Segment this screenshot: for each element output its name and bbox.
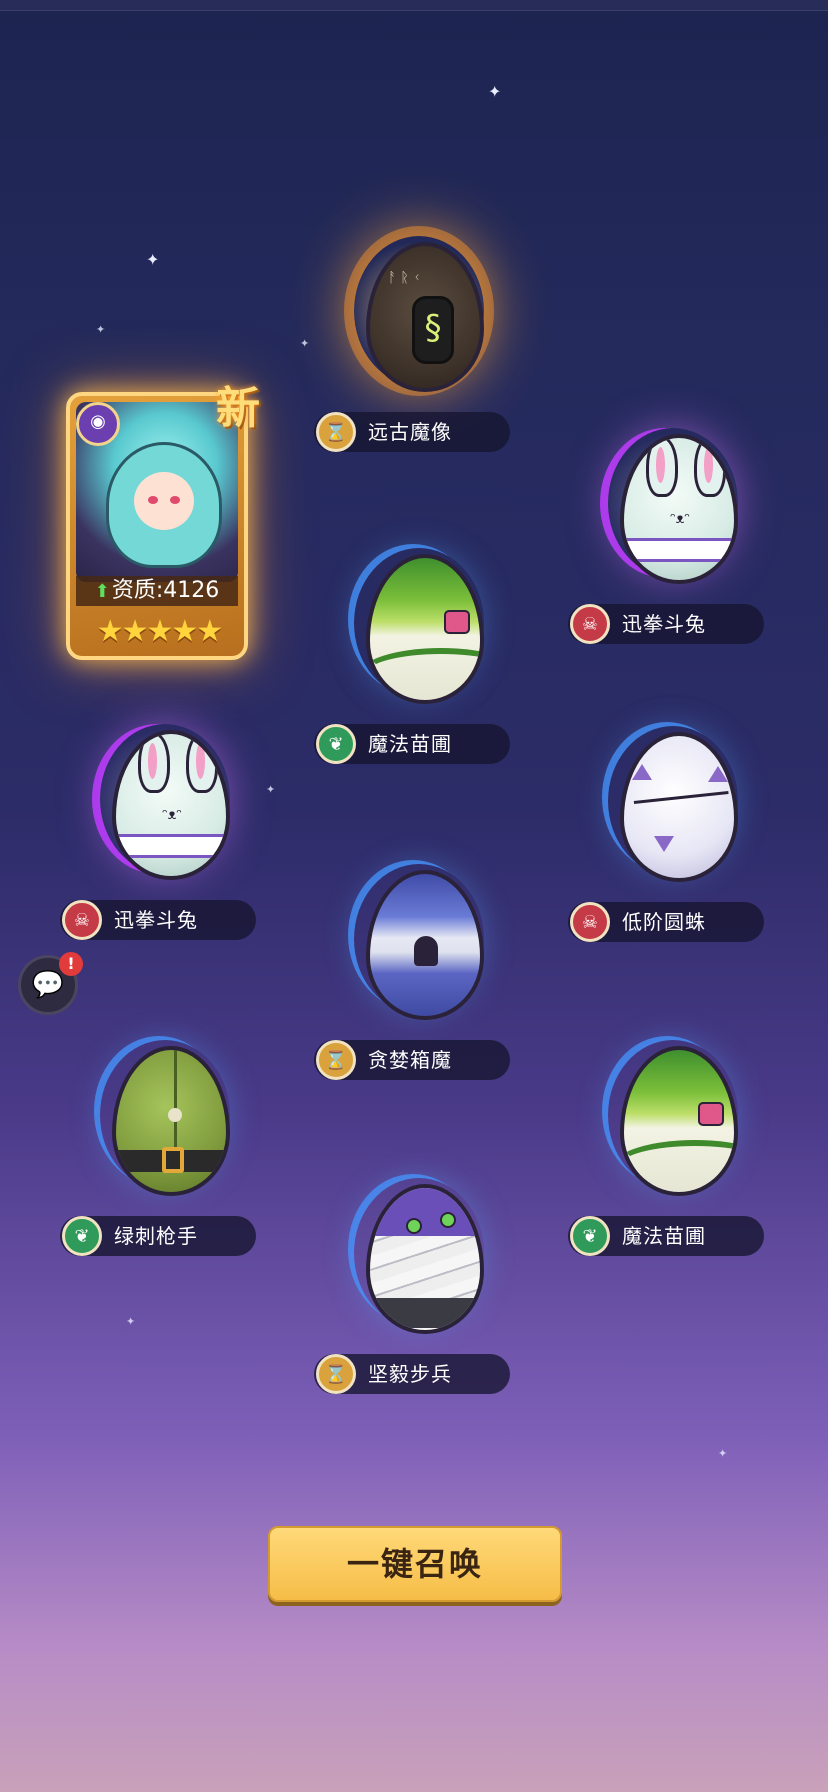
demon-mask-icon: ☠ [570, 604, 610, 644]
aptitude-label: 资质:4126 [111, 578, 220, 603]
creature-name: 迅拳斗兔 [622, 612, 706, 636]
buckle-icon [162, 1147, 184, 1173]
hourglass-icon: ⌛ [316, 1354, 356, 1394]
summon-slot-steadfast-infantry[interactable]: ⌛ 坚毅步兵 [314, 1158, 514, 1398]
demon-mask-icon: ☠ [62, 900, 102, 940]
creature-label: ⌛ 远古魔像 [314, 412, 510, 452]
egg-cap [370, 1188, 480, 1236]
summon-slot-rabbit[interactable]: ᵔᴥᵔ ☠ 迅拳斗兔 [568, 408, 768, 648]
vine [370, 648, 480, 700]
demon-mask-icon: ☠ [570, 902, 610, 942]
alert-badge-icon: ! [59, 952, 83, 976]
rune-emblem-icon: § [412, 296, 454, 364]
sparkle-icon: ✦ [146, 250, 160, 269]
summon-slot-greedy-mimic[interactable]: ⌛ 贪婪箱魔 [314, 844, 514, 1084]
rabbit-band [624, 538, 734, 562]
creature-label: ☠ 低阶圆蛛 [568, 902, 764, 942]
new-tag: 新 [216, 383, 260, 434]
rabbit-ear [186, 734, 218, 793]
creature-label: ❦ 魔法苗圃 [568, 1216, 764, 1256]
leaf-icon: ❦ [62, 1216, 102, 1256]
creature-name: 远古魔像 [368, 420, 452, 444]
creature-label: ⌛ 贪婪箱魔 [314, 1040, 510, 1080]
egg-spot [406, 1218, 422, 1234]
egg-armor [370, 1298, 480, 1328]
rune-glyphs: ᚨᚱᚲ [388, 270, 426, 286]
sparkle-icon: ✦ [126, 1315, 136, 1328]
rabbit-band [116, 834, 226, 858]
creature-label: ❦ 绿刺枪手 [60, 1216, 256, 1256]
creature-label: ❦ 魔法苗圃 [314, 724, 510, 764]
creature-label: ☠ 迅拳斗兔 [60, 900, 256, 940]
sparkle-icon: ✦ [488, 82, 502, 101]
egg-steadfast-infantry [366, 1184, 484, 1334]
hourglass-icon: ⌛ [316, 412, 356, 452]
spike [632, 764, 652, 780]
egg-seam [174, 1050, 177, 1150]
spike [654, 836, 674, 852]
sparkle-icon: ✦ [266, 783, 276, 796]
star-rating: ★★★★★ [96, 614, 223, 649]
eye-icon: ◉ [76, 402, 120, 446]
summon-slot-spider[interactable]: ☠ 低阶圆蛛 [568, 706, 768, 946]
flower-icon [444, 610, 470, 634]
egg-stud [168, 1108, 182, 1122]
vine [624, 1140, 734, 1192]
hero-face [134, 472, 194, 530]
creature-label: ⌛ 坚毅步兵 [314, 1354, 510, 1394]
rabbit-face: ᵔᴥᵔ [670, 511, 691, 527]
rabbit-ear [646, 438, 678, 497]
summon-all-button[interactable]: 一键召唤 [268, 1526, 562, 1602]
rabbit-face: ᵔᴥᵔ [162, 807, 183, 823]
sparkle-icon: ✦ [300, 337, 310, 350]
creature-name: 绿刺枪手 [114, 1224, 198, 1248]
creature-name: 魔法苗圃 [622, 1224, 706, 1248]
creature-name: 魔法苗圃 [368, 732, 452, 756]
rabbit-ear [138, 734, 170, 793]
creature-name: 贪婪箱魔 [368, 1048, 452, 1072]
creature-name: 低阶圆蛛 [622, 910, 706, 934]
summon-slot-magic-nursery[interactable]: ❦ 魔法苗圃 [314, 528, 514, 768]
chat-bubble-icon: 💬 [31, 970, 65, 1000]
hero-eye [148, 496, 158, 504]
sparkle-icon: ✦ [96, 323, 106, 336]
egg-spot [440, 1212, 456, 1228]
creature-name: 坚毅步兵 [368, 1362, 452, 1386]
top-status-bar [0, 0, 828, 11]
lock-icon [414, 936, 438, 966]
summon-slot-magic-nursery[interactable]: ❦ 魔法苗圃 [568, 1020, 768, 1260]
leaf-icon: ❦ [316, 724, 356, 764]
hero-eye [170, 496, 180, 504]
egg-crack [633, 791, 730, 810]
chat-button[interactable]: 💬 ! [18, 952, 83, 1015]
arrow-up-icon: ⬆ [94, 581, 110, 602]
spike [708, 766, 728, 782]
creature-name: 迅拳斗兔 [114, 908, 198, 932]
sparkle-icon: ✦ [718, 1447, 728, 1460]
leaf-icon: ❦ [570, 1216, 610, 1256]
aptitude-bar: ⬆资质:4126 [76, 576, 238, 606]
summon-slot-green-spearman[interactable]: ❦ 绿刺枪手 [60, 1020, 260, 1260]
rabbit-ear [694, 438, 726, 497]
hourglass-icon: ⌛ [316, 1040, 356, 1080]
summon-slot-rabbit[interactable]: ᵔᴥᵔ ☠ 迅拳斗兔 [60, 704, 260, 944]
egg-rabbit: ᵔᴥᵔ [112, 730, 230, 880]
flower-icon [698, 1102, 724, 1126]
egg-rabbit: ᵔᴥᵔ [620, 434, 738, 584]
creature-label: ☠ 迅拳斗兔 [568, 604, 764, 644]
summon-slot-ancient-golem[interactable]: ᚨᚱᚲ § ⌛ 远古魔像 [314, 216, 514, 456]
